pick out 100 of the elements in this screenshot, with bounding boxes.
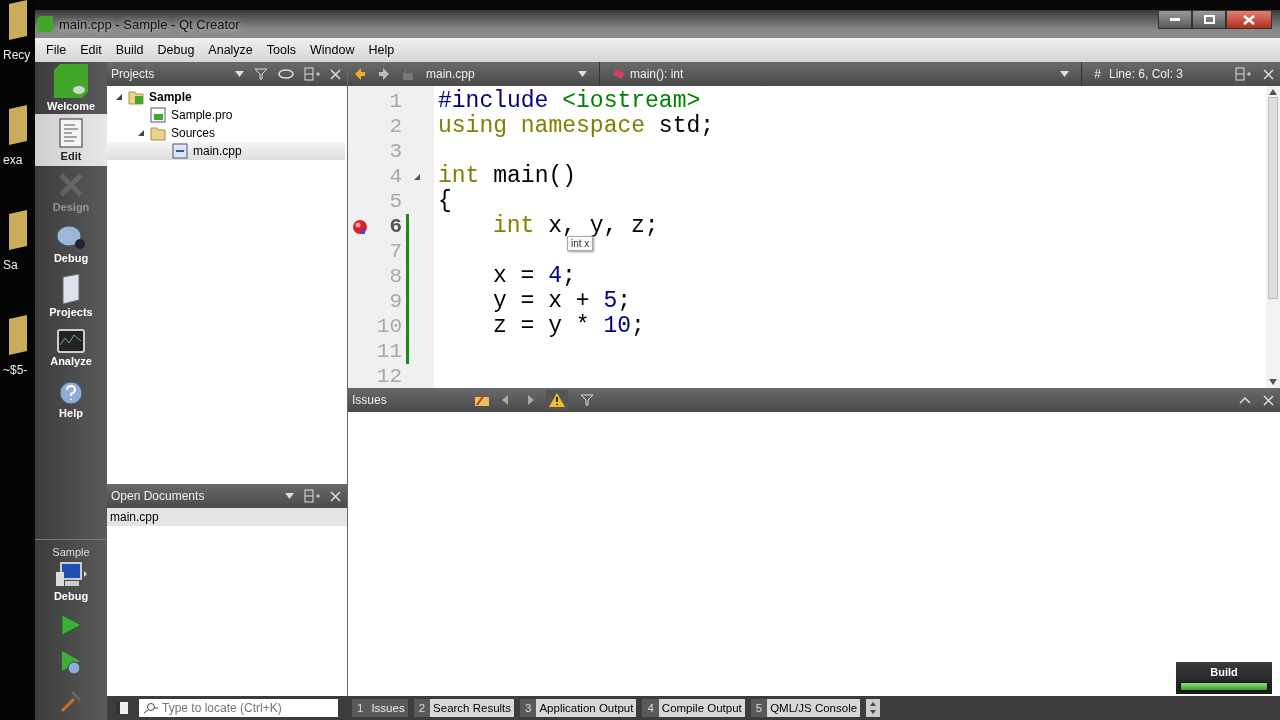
clear-icon[interactable] [474, 393, 490, 407]
split-icon[interactable] [1235, 67, 1251, 81]
cpp-file-icon [172, 143, 188, 159]
desktop-icon-label[interactable]: Sa [3, 258, 18, 272]
line-number: 2 [388, 115, 402, 138]
build-label: Build [1210, 665, 1238, 678]
split-icon[interactable] [304, 489, 320, 503]
code-line: x = 4; [492, 264, 576, 289]
minimize-icon [1170, 18, 1180, 21]
computer-icon [55, 562, 87, 588]
back-arrow-icon[interactable] [354, 68, 366, 80]
panel-title: Issues [352, 393, 388, 407]
menu-item[interactable]: Edit [73, 43, 109, 57]
menu-item[interactable]: File [39, 43, 74, 57]
mode-button[interactable]: Help [35, 374, 107, 426]
filter-icon[interactable] [580, 394, 594, 406]
qt-logo-icon [37, 16, 53, 32]
code-line: { [438, 189, 452, 214]
maximize-button[interactable] [1192, 10, 1226, 29]
code-line: int x, y, z; [492, 214, 659, 239]
eraser-icon [612, 68, 626, 80]
document-icon [59, 118, 83, 148]
close-button[interactable] [1226, 10, 1272, 29]
close-icon [1243, 14, 1255, 25]
help-icon [59, 381, 83, 405]
menu-item[interactable]: Tools [259, 43, 303, 57]
document-item[interactable]: main.cpp [107, 508, 347, 526]
menu-item[interactable]: Help [361, 43, 402, 57]
fold-marker-icon[interactable] [413, 172, 421, 181]
menu-item[interactable]: Analyze [201, 43, 260, 57]
maximize-icon [1203, 15, 1215, 24]
dropdown-caret-icon[interactable] [235, 71, 244, 77]
kit-project-label: Sample [52, 546, 90, 558]
line-number: 4 [388, 165, 402, 188]
tree-item[interactable]: Sources [150, 124, 220, 142]
tree-item[interactable]: Sample [128, 88, 196, 106]
locator-field[interactable]: Type to locate (Ctrl+K) [139, 699, 338, 717]
line-number: 1 [388, 90, 402, 113]
close-icon[interactable] [1263, 394, 1274, 406]
close-icon[interactable] [330, 490, 341, 502]
filter-icon[interactable] [254, 68, 268, 80]
line-number: 9 [388, 290, 402, 313]
code-line: #include <iostream> [438, 89, 701, 114]
mode-button[interactable]: Welcome [35, 62, 107, 114]
search-icon [142, 702, 160, 714]
mode-button[interactable]: Edit [35, 114, 107, 166]
scroll-down-icon[interactable] [1269, 379, 1277, 385]
mode-button[interactable]: Debug [35, 218, 107, 270]
desktop-icon-label[interactable]: exa [3, 153, 23, 167]
warning-icon[interactable] [546, 390, 568, 410]
code-line: int main() [438, 164, 577, 189]
project-folder-icon [128, 89, 144, 105]
project-file-icon [150, 107, 166, 123]
scrollbar[interactable] [1266, 86, 1280, 388]
line-number: 3 [388, 140, 402, 163]
run-icon[interactable] [59, 613, 83, 637]
mode-button[interactable]: Projects [35, 270, 107, 322]
code-line: z = y * 10; [492, 314, 645, 339]
forward-arrow-icon[interactable] [378, 68, 390, 80]
line-number: 12 [375, 365, 402, 388]
expand-arrow-icon[interactable] [115, 93, 123, 101]
sidebar-toggle-icon[interactable] [115, 701, 129, 715]
position-label[interactable]: Line: 6, Col: 3 [1108, 67, 1183, 81]
window-title: main.cpp - Sample - Qt Creator [59, 16, 240, 32]
stepper-icon[interactable] [866, 699, 881, 717]
line-number: 6 [388, 215, 402, 238]
line-number: 8 [388, 265, 402, 288]
line-marker: # [1094, 67, 1101, 81]
bug-icon [56, 224, 86, 250]
expand-arrow-icon[interactable] [137, 129, 145, 137]
code-line: using namespace std; [438, 114, 715, 139]
menu-item[interactable]: Debug [150, 43, 202, 57]
kit-selector[interactable]: Debug [35, 558, 107, 606]
split-icon[interactable] [304, 67, 320, 81]
code-line: y = x + 5; [492, 289, 632, 314]
line-number: 7 [388, 240, 402, 263]
dropdown-caret-icon[interactable] [578, 71, 587, 77]
symbol-dropdown[interactable]: main(): int [630, 67, 1049, 81]
panel-title[interactable]: Open Documents [111, 489, 275, 503]
dropdown-caret-icon[interactable] [285, 493, 294, 499]
hammer-icon[interactable] [59, 689, 83, 713]
tooltip: int x [567, 236, 594, 251]
line-number: 5 [388, 190, 402, 213]
minimize-button[interactable] [1158, 10, 1192, 29]
scroll-up-icon[interactable] [1269, 89, 1277, 95]
tree-item[interactable]: Sample.pro [150, 106, 237, 124]
breakpoint-icon[interactable] [352, 218, 368, 235]
line-number: 11 [375, 340, 402, 363]
mode-button[interactable]: Analyze [35, 322, 107, 374]
desktop-icon-label[interactable]: ~$5- [3, 363, 28, 377]
maximize-panel-icon[interactable] [1239, 396, 1251, 404]
file-dropdown[interactable]: main.cpp [426, 67, 566, 81]
panel-title[interactable]: Projects [111, 67, 225, 81]
menu-item[interactable]: Build [108, 43, 151, 57]
menu-item[interactable]: Window [303, 43, 362, 57]
dropdown-caret-icon[interactable] [1060, 71, 1070, 77]
close-icon[interactable] [1263, 68, 1274, 80]
close-icon[interactable] [330, 68, 341, 80]
desktop-icon-label[interactable]: Recy [3, 48, 31, 62]
debug-run-icon[interactable] [59, 650, 83, 676]
